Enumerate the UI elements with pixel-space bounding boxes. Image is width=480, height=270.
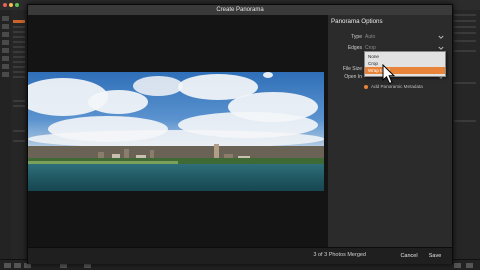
edges-option-crop[interactable]: Crop (365, 60, 445, 67)
left-panel-row[interactable] (13, 20, 25, 23)
edges-option-wrap-to-fill[interactable]: Wrap to fill (365, 67, 445, 74)
tool-icon[interactable] (2, 56, 9, 61)
right-panel-row[interactable] (454, 20, 476, 22)
edges-label: Edges (347, 45, 362, 51)
filmstrip-thumb[interactable] (466, 263, 473, 268)
right-panel-row[interactable] (454, 14, 476, 16)
left-panel-row[interactable] (13, 31, 25, 33)
left-panel-row[interactable] (13, 46, 25, 48)
left-panel-row[interactable] (13, 100, 25, 102)
create-panorama-dialog: Create Panorama Panorama Options Type Au… (27, 4, 453, 264)
tool-icon[interactable] (2, 64, 9, 69)
cancel-button[interactable]: Cancel (396, 251, 422, 261)
left-panel-row[interactable] (13, 105, 25, 107)
left-panel-row[interactable] (13, 26, 25, 28)
tool-icon[interactable] (2, 24, 9, 29)
right-panel-row[interactable] (454, 26, 476, 28)
left-panel (11, 10, 27, 260)
right-panel-row[interactable] (454, 50, 476, 52)
right-panel-row[interactable] (454, 82, 476, 84)
save-button[interactable]: Save (424, 251, 446, 261)
right-panel-row[interactable] (454, 40, 476, 42)
tool-icon[interactable] (2, 40, 9, 45)
left-panel-row[interactable] (13, 61, 25, 63)
dialog-footer: 3 of 3 Photos Merged Cancel Save (28, 247, 452, 264)
tool-icon[interactable] (2, 16, 9, 21)
filmstrip-thumb[interactable] (4, 263, 11, 268)
type-label: Type (351, 34, 362, 40)
radio-selected-icon[interactable] (364, 85, 368, 89)
merge-status: 3 of 3 Photos Merged (313, 252, 366, 258)
right-panel-row[interactable] (454, 120, 476, 122)
right-panel (450, 10, 480, 260)
mouse-pointer-icon (381, 64, 399, 86)
right-panel-row[interactable] (454, 32, 476, 34)
left-panel-row[interactable] (13, 76, 25, 78)
left-panel-row[interactable] (13, 36, 25, 38)
panorama-preview-image (28, 72, 324, 191)
tool-icon[interactable] (2, 72, 9, 77)
left-panel-row[interactable] (13, 130, 25, 132)
chevron-down-icon[interactable] (438, 34, 444, 40)
panorama-options-heading: Panorama Options (331, 18, 383, 25)
left-panel-row[interactable] (13, 56, 25, 58)
filmstrip-thumb[interactable] (14, 263, 21, 268)
panorama-options-panel: Panorama Options Type Auto Edges Crop Fi… (328, 15, 452, 247)
panorama-preview-area (28, 15, 328, 247)
left-panel-row[interactable] (13, 66, 25, 68)
left-panel-row[interactable] (13, 41, 25, 43)
open-in-label: Open In (344, 74, 362, 80)
dialog-title: Create Panorama (28, 5, 452, 15)
type-select-value[interactable]: Auto (365, 34, 375, 40)
left-panel-row[interactable] (13, 140, 25, 142)
edges-option-none[interactable]: None (365, 53, 445, 60)
minimize-window-icon[interactable] (9, 3, 13, 7)
tool-icon[interactable] (2, 48, 9, 53)
zoom-window-icon[interactable] (15, 3, 19, 7)
file-size-label: File Size (342, 66, 362, 72)
edges-dropdown-menu: None Crop Wrap to fill (364, 51, 446, 77)
tool-icon[interactable] (2, 32, 9, 37)
filmstrip-thumb[interactable] (454, 263, 461, 268)
close-window-icon[interactable] (3, 3, 7, 7)
left-panel-row[interactable] (13, 51, 25, 53)
left-panel-row[interactable] (13, 71, 25, 73)
